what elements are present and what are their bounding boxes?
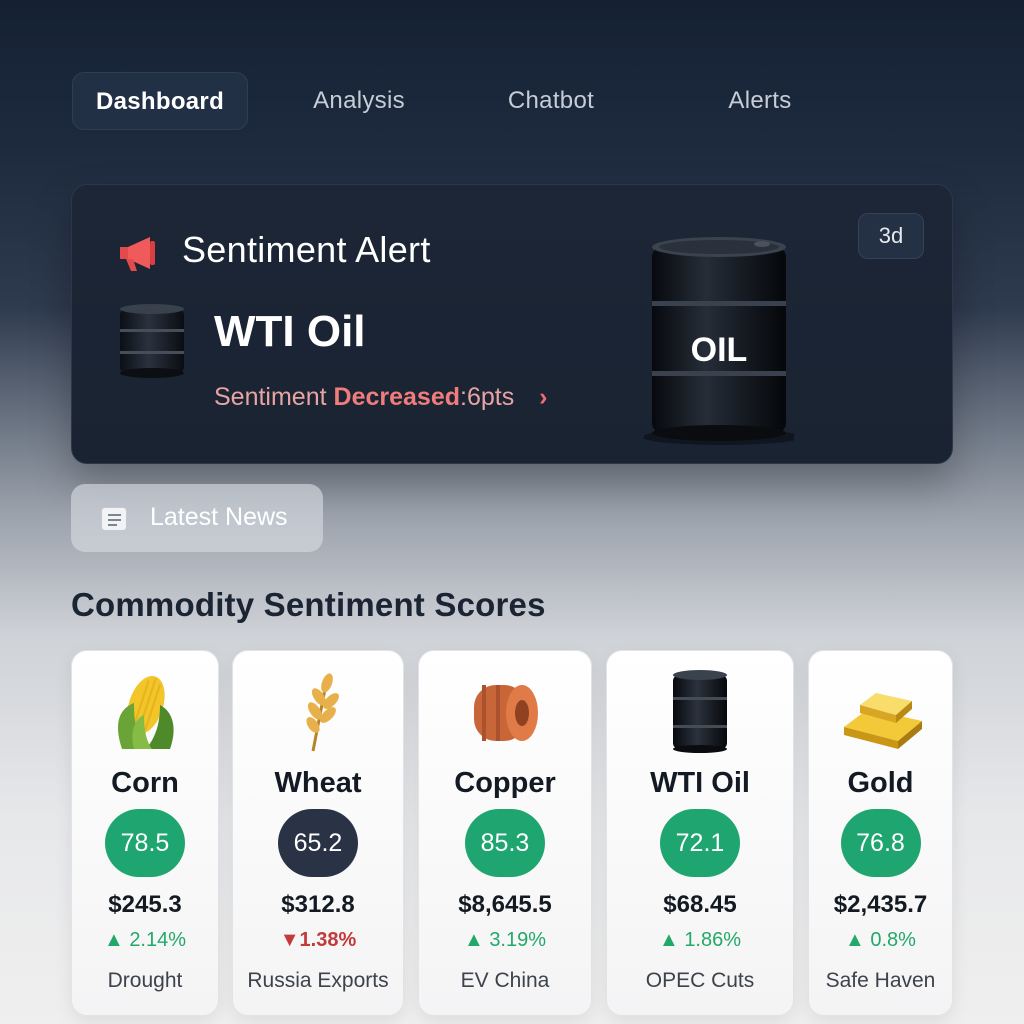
- gold-bar-icon: [843, 693, 922, 749]
- tab-dashboard[interactable]: Dashboard: [72, 72, 248, 130]
- sentiment-direction: Decreased: [333, 383, 460, 411]
- commodity-tag: Drought: [107, 969, 183, 992]
- change-value: 1.38%: [299, 929, 357, 951]
- megaphone-icon: [120, 237, 155, 271]
- sentiment-score-badge: 72.1: [660, 809, 740, 877]
- price-change: ▲ 2.14%: [72, 929, 218, 952]
- commodity-card-corn[interactable]: Corn 78.5 $245.3 ▲ 2.14% Drought: [71, 650, 219, 1016]
- commodity-name: Copper: [454, 767, 556, 799]
- commodity-name: Corn: [111, 767, 179, 799]
- tab-analysis[interactable]: Analysis: [284, 72, 434, 130]
- commodity-tag: OPEC Cuts: [645, 969, 755, 992]
- sentiment-amount: :6pts: [460, 383, 515, 411]
- sentiment-change-link[interactable]: Sentiment Decreased:6pts ›: [214, 383, 547, 412]
- commodity-price: $2,435.7: [833, 891, 928, 918]
- commodity-card-wheat[interactable]: Wheat 65.2 $312.8 ▼1.38% Russia Exports: [232, 650, 404, 1016]
- change-value: 1.86%: [684, 929, 742, 951]
- triangle-up-icon: ▲: [103, 929, 124, 951]
- sentiment-score-badge: 85.3: [465, 809, 545, 877]
- sentiment-score-badge: 76.8: [840, 809, 921, 877]
- latest-news-button[interactable]: Latest News: [71, 484, 323, 552]
- commodity-name: WTI Oil: [650, 767, 750, 799]
- sentiment-alert-card[interactable]: Sentiment Alert WTI Oil Sentiment Decrea…: [71, 184, 953, 464]
- triangle-up-icon: ▲: [845, 929, 865, 951]
- change-value: 2.14%: [129, 929, 187, 951]
- commodity-card-wti-oil[interactable]: WTI Oil 72.1 $68.45 ▲ 1.86% OPEC Cuts: [606, 650, 794, 1016]
- triangle-up-icon: ▲: [658, 929, 679, 951]
- wheat-icon: [306, 673, 339, 752]
- price-change: ▼1.38%: [233, 929, 403, 952]
- latest-news-label: Latest News: [150, 503, 288, 531]
- alert-age-badge: 3d: [858, 213, 924, 259]
- small-oil-barrel-icon: [120, 304, 184, 378]
- alert-asset-name: WTI Oil: [214, 307, 366, 356]
- main-nav: Dashboard Analysis Chatbot Alerts: [72, 72, 952, 130]
- barrel-label: OIL: [690, 331, 748, 369]
- section-title: Commodity Sentiment Scores: [71, 586, 546, 623]
- price-change: ▲ 1.86%: [607, 929, 793, 952]
- commodity-tag: EV China: [460, 969, 550, 992]
- sentiment-score-badge: 65.2: [278, 809, 358, 877]
- commodity-card-gold[interactable]: Gold 76.8 $2,435.7 ▲ 0.8% Safe Haven: [808, 650, 953, 1016]
- sentiment-prefix: Sentiment: [214, 383, 327, 411]
- triangle-down-icon: ▼: [279, 929, 300, 951]
- triangle-up-icon: ▲: [463, 929, 484, 951]
- newspaper-icon: [101, 507, 127, 531]
- price-change: ▲ 3.19%: [419, 929, 591, 952]
- corn-icon: [118, 675, 174, 749]
- commodity-tag: Russia Exports: [247, 969, 389, 992]
- change-value: 3.19%: [489, 929, 547, 951]
- commodity-name: Wheat: [274, 767, 362, 799]
- change-value: 0.8%: [870, 929, 916, 951]
- commodity-tag: Safe Haven: [825, 969, 936, 992]
- alert-title: Sentiment Alert: [182, 229, 431, 270]
- commodity-price: $68.45: [663, 891, 737, 918]
- commodity-price: $245.3: [108, 891, 182, 918]
- commodity-card-copper[interactable]: Copper 85.3 $8,645.5 ▲ 3.19% EV China: [418, 650, 592, 1016]
- sentiment-score-badge: 78.5: [105, 809, 185, 877]
- tab-alerts[interactable]: Alerts: [692, 72, 828, 130]
- commodity-name: Gold: [847, 767, 914, 799]
- chevron-right-icon: ›: [539, 383, 548, 411]
- tab-chatbot[interactable]: Chatbot: [476, 72, 626, 130]
- oil-barrel-icon: [673, 670, 727, 753]
- commodity-price: $8,645.5: [458, 891, 552, 918]
- copper-icon: [474, 685, 538, 741]
- price-change: ▲ 0.8%: [809, 929, 952, 952]
- commodity-price: $312.8: [281, 891, 355, 918]
